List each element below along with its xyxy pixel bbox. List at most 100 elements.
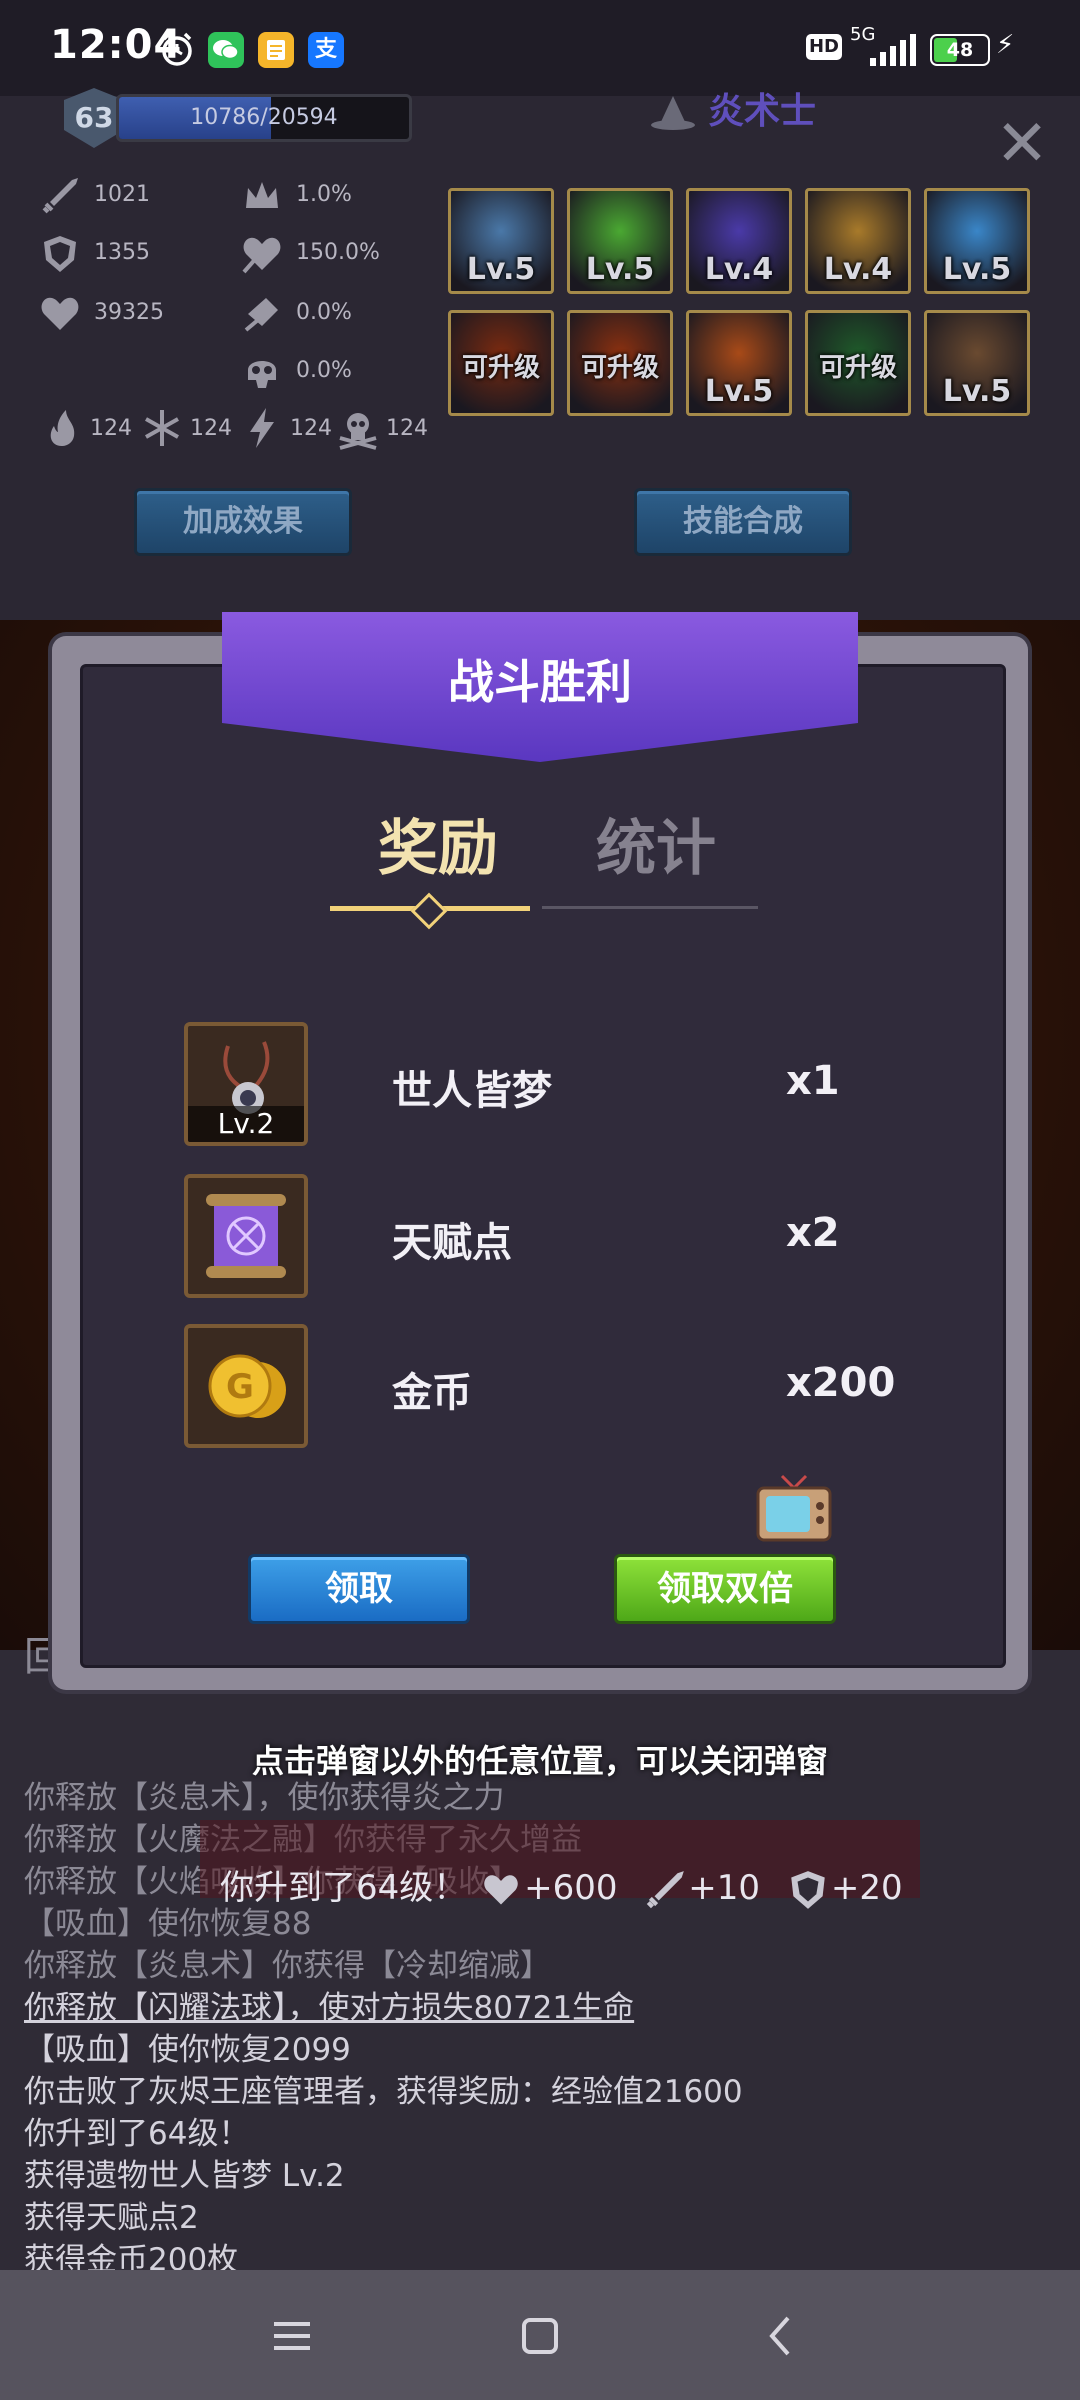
skill-level-label: Lv.5 [942, 374, 1012, 409]
skill-level-label: Lv.4 [704, 252, 774, 287]
hp-value: 39325 [94, 300, 164, 325]
skill-level-label: Lv.5 [942, 252, 1012, 287]
poison-icon [339, 413, 377, 450]
skill-slot[interactable]: Lv.5 [448, 188, 554, 294]
shield-icon [44, 236, 76, 272]
skill-slot[interactable]: Lv.4 [805, 188, 911, 294]
alarm-icon [158, 30, 194, 66]
hero-panel: 63 10786/20594 炎术士 ✕ 1021 1355 39325 1.0… [0, 88, 1080, 622]
network-type: 5G [850, 24, 876, 45]
skill-level-label: 可升级 [461, 353, 540, 383]
log-line: 获得遗物世人皆梦 Lv.2 [24, 2158, 345, 2194]
class-name: 炎术士 [708, 91, 817, 132]
levelup-hp: +600 [524, 1868, 618, 1908]
crit-rate-value: 1.0% [296, 182, 352, 207]
reward-level-tag: Lv.2 [188, 1106, 304, 1142]
levelup-atk: +10 [688, 1868, 761, 1908]
hd-indicator: HD [806, 34, 842, 60]
reward-name: 世人皆梦 [392, 1068, 552, 1114]
crown-icon [246, 182, 278, 208]
crit-heart-icon [242, 237, 281, 274]
heart-icon [484, 1874, 518, 1905]
levelup-def: +20 [830, 1868, 903, 1908]
tab-indicator-inactive [542, 906, 758, 909]
dialog-title: 战斗胜利 [448, 655, 632, 709]
svg-text:G: G [226, 1367, 254, 1407]
wechat-icon [208, 32, 244, 68]
skill-level-label: Lv.5 [704, 374, 774, 409]
lightning-value: 124 [290, 416, 332, 441]
back-icon[interactable] [752, 2306, 812, 2366]
battery-level: 48 [946, 39, 974, 61]
wizard-hat-icon [651, 96, 695, 130]
log-line: 你释放【闪耀法球】，使对方损失80721生命 [24, 1990, 635, 2026]
reward-quantity: x2 [786, 1210, 840, 1256]
claim-double-button[interactable]: 领取双倍 [614, 1554, 836, 1624]
victory-dialog [80, 664, 1006, 1668]
block-value: 0.0% [296, 358, 352, 383]
skill-level-label: Lv.4 [823, 252, 893, 287]
lightning-icon [250, 408, 274, 448]
close-panel-button[interactable]: ✕ [986, 108, 1058, 180]
crit-damage-value: 150.0% [296, 240, 380, 265]
skill-level-label: Lv.5 [585, 252, 655, 287]
poison-value: 124 [386, 416, 428, 441]
skill-slot[interactable]: Lv.4 [686, 188, 792, 294]
skill-level-label: Lv.5 [466, 252, 536, 287]
video-ad-icon [756, 1474, 832, 1542]
gold-coin-icon: G [208, 1354, 286, 1418]
reward-name: 金币 [392, 1370, 472, 1416]
sword-icon [42, 178, 78, 214]
shield-icon [791, 1870, 825, 1909]
levelup-toast: 你升到了64级！ +600 +10 +20 [220, 1860, 903, 1913]
claim-button[interactable]: 领取 [248, 1554, 470, 1624]
log-line: 你升到了64级！ [24, 2116, 250, 2152]
battery-icon: 48 [930, 34, 990, 66]
ice-icon [145, 410, 179, 446]
dodge-value: 0.0% [296, 300, 352, 325]
class-title: 炎术士 [650, 82, 816, 132]
levelup-text: 你升到了64级！ [220, 1868, 468, 1908]
notes-icon [258, 32, 294, 68]
alipay-icon: 支 [308, 32, 344, 68]
skill-slot[interactable]: 可升级 [448, 310, 554, 416]
status-bar: 12:04 支 HD 5G 48 ⚡ [0, 0, 1080, 96]
skill-slot[interactable]: Lv.5 [567, 188, 673, 294]
xp-bar: 10786/20594 [116, 94, 412, 142]
reward-item-icon[interactable]: G [184, 1324, 308, 1448]
fire-icon [50, 410, 75, 446]
ice-value: 124 [190, 416, 232, 441]
system-nav-bar [0, 2270, 1080, 2400]
skill-level-label: 可升级 [818, 353, 897, 383]
reward-name: 天赋点 [392, 1220, 512, 1266]
tab-rewards[interactable]: 奖励 [378, 800, 498, 887]
close-hint: 点击弹窗以外的任意位置，可以关闭弹窗 [251, 1742, 828, 1780]
log-line: 你释放【炎息术】你获得【冷却缩减】 [24, 1948, 551, 1984]
skill-level-label: 可升级 [580, 353, 659, 383]
fire-value: 124 [90, 416, 132, 441]
heart-icon [41, 297, 79, 330]
reward-item-icon[interactable]: Lv.2 [184, 1022, 308, 1146]
skill-slot[interactable]: 可升级 [805, 310, 911, 416]
skull-helm-icon [248, 361, 276, 388]
log-line: 你击败了灰烬王座管理者，获得奖励：经验值21600 [24, 2074, 743, 2110]
bonus-effect-button[interactable]: 加成效果 [134, 488, 352, 556]
skill-slot[interactable]: Lv.5 [924, 188, 1030, 294]
reward-item-icon[interactable] [184, 1174, 308, 1298]
scroll-icon [206, 1194, 286, 1278]
charging-icon: ⚡ [996, 30, 1015, 60]
xp-text: 10786/20594 [190, 105, 338, 130]
tab-statistics[interactable]: 统计 [596, 800, 716, 887]
reward-quantity: x200 [786, 1360, 896, 1406]
skill-slot[interactable]: Lv.5 [924, 310, 1030, 416]
attack-value: 1021 [94, 182, 150, 207]
home-icon[interactable] [510, 2306, 570, 2366]
log-line: 获得天赋点2 [24, 2200, 199, 2236]
dodge-icon [244, 298, 278, 332]
reward-quantity: x1 [786, 1058, 840, 1104]
sword-icon [647, 1870, 685, 1908]
skill-merge-button[interactable]: 技能合成 [634, 488, 852, 556]
skill-slot[interactable]: 可升级 [567, 310, 673, 416]
menu-icon[interactable] [262, 2306, 322, 2366]
skill-slot[interactable]: Lv.5 [686, 310, 792, 416]
